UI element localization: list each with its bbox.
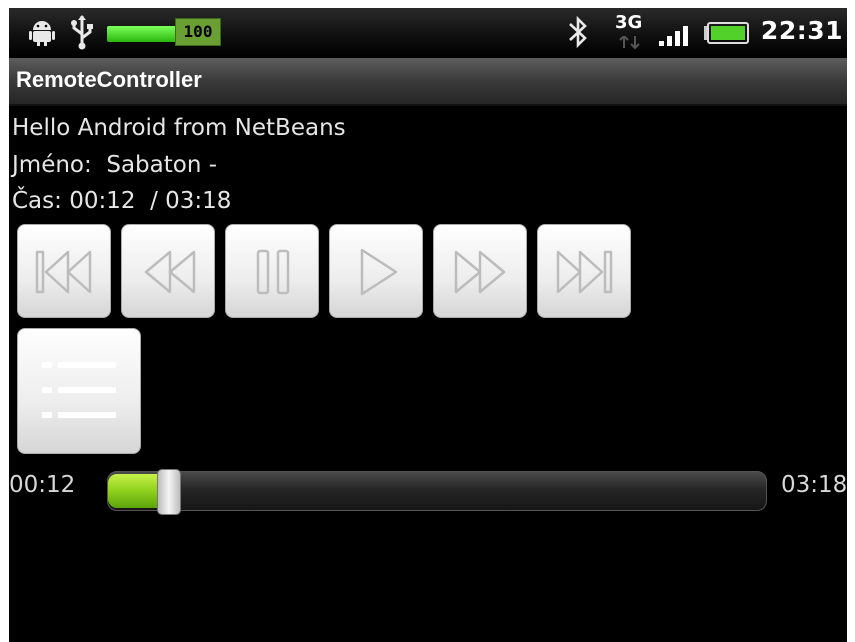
list-icon (42, 362, 116, 418)
elapsed-time-label: 00:12 (9, 472, 76, 498)
seekbar-progress (108, 474, 159, 508)
fast-forward-button[interactable] (433, 224, 527, 318)
battery-level-badge: 100 (175, 18, 221, 46)
fast-forward-icon (454, 250, 506, 294)
skip-next-icon (556, 250, 613, 294)
signal-icon (659, 26, 688, 46)
clock: 22:31 (760, 16, 843, 45)
usb-icon (71, 15, 93, 50)
status-bar: 100 3G 22:31 (9, 8, 847, 56)
seekbar-thumb[interactable] (157, 469, 181, 515)
playlist-button[interactable] (17, 328, 141, 454)
battery-icon (704, 22, 749, 44)
play-icon (360, 248, 398, 296)
title-bar: RemoteController (9, 58, 847, 106)
skip-next-button[interactable] (537, 224, 631, 318)
android-icon (29, 21, 55, 46)
phone-screen: 100 3G 22:31 RemoteController Hello Andr… (9, 8, 847, 642)
play-button[interactable] (329, 224, 423, 318)
battery-full-icon (107, 26, 177, 42)
track-name-text: Jméno: Sabaton - (12, 152, 218, 178)
3g-label: 3G (615, 12, 643, 33)
rewind-button[interactable] (121, 224, 215, 318)
seekbar-track[interactable] (107, 469, 767, 515)
pause-icon (256, 249, 290, 295)
skip-previous-icon (35, 250, 92, 294)
app-title: RemoteController (16, 67, 202, 92)
total-time-label: 03:18 (781, 472, 847, 498)
skip-previous-button[interactable] (17, 224, 111, 318)
3g-data-icon: 3G (613, 12, 649, 52)
pause-button[interactable] (225, 224, 319, 318)
hello-text: Hello Android from NetBeans (12, 115, 346, 141)
bluetooth-icon (569, 15, 587, 49)
track-time-text: Čas: 00:12 / 03:18 (12, 188, 232, 214)
rewind-icon (144, 250, 196, 294)
